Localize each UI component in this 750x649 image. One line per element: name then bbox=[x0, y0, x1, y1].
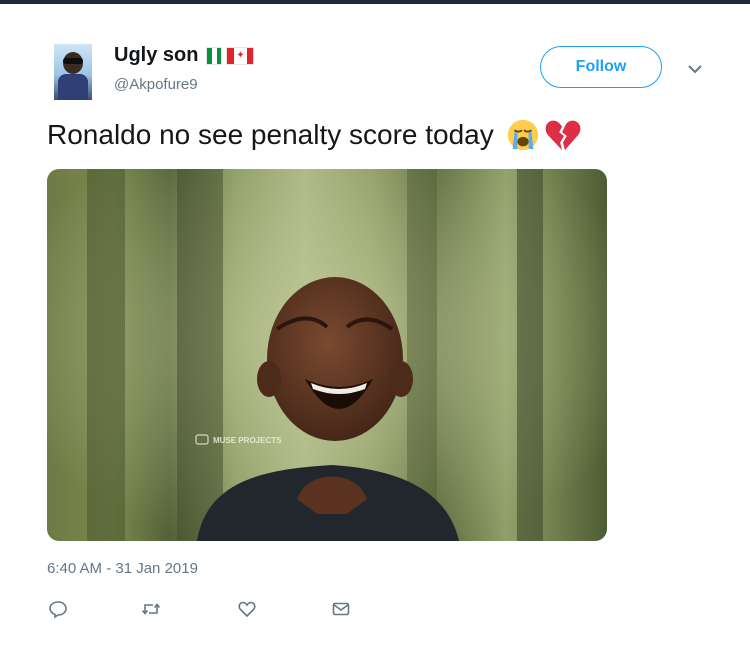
author-name-row: Ugly son ✦ bbox=[114, 44, 255, 67]
tweet-text-content: Ronaldo no see penalty score today bbox=[47, 119, 494, 150]
direct-message-button[interactable] bbox=[330, 598, 352, 620]
nigeria-flag-icon bbox=[206, 46, 223, 65]
canada-flag-icon: ✦ bbox=[226, 46, 255, 65]
media-watermark: MUSE PROJECTS bbox=[213, 436, 282, 445]
like-icon bbox=[238, 601, 256, 618]
follow-button[interactable]: Follow bbox=[540, 46, 662, 88]
retweet-icon bbox=[141, 603, 161, 615]
avatar[interactable] bbox=[54, 44, 92, 100]
user-handle[interactable]: @Akpofure9 bbox=[114, 76, 198, 93]
reply-icon bbox=[49, 601, 67, 619]
broken-heart-icon bbox=[545, 120, 581, 151]
chevron-down-icon[interactable] bbox=[686, 60, 704, 78]
direct-message-icon bbox=[332, 602, 350, 616]
tweet-media-image[interactable]: MUSE PROJECTS bbox=[47, 169, 607, 541]
flag-emojis: ✦ bbox=[206, 46, 255, 65]
tweet-timestamp[interactable]: 6:40 AM - 31 Jan 2019 bbox=[47, 560, 198, 577]
loudly-crying-face-icon bbox=[507, 119, 538, 151]
top-border bbox=[0, 0, 750, 4]
tweet-actions bbox=[47, 598, 352, 620]
tweet-text: Ronaldo no see penalty score today bbox=[47, 118, 582, 152]
like-button[interactable] bbox=[236, 598, 258, 620]
retweet-button[interactable] bbox=[140, 598, 162, 620]
reply-button[interactable] bbox=[47, 598, 69, 620]
display-name[interactable]: Ugly son bbox=[114, 44, 198, 67]
